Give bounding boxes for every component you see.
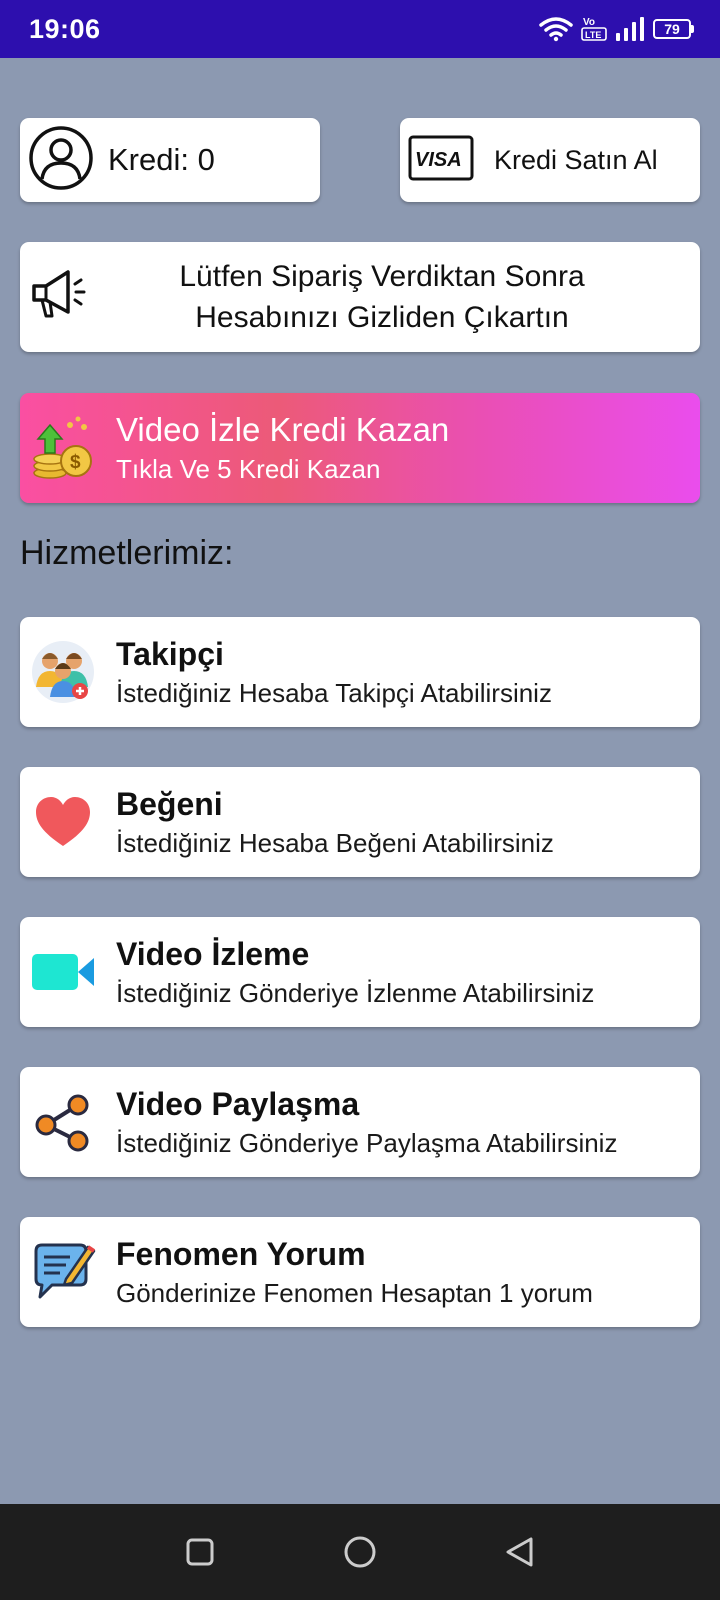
service-likes[interactable]: Beğeni İstediğiniz Hesaba Beğeni Atabili…: [20, 767, 700, 877]
credit-balance-card: Kredi: 0: [20, 118, 320, 202]
system-nav-bar: [0, 1504, 720, 1600]
notice-line-2: Hesabınızı Gizliden Çıkartın: [195, 301, 569, 334]
status-icons: Vo LTE 79: [539, 14, 694, 44]
coin-stack-icon: $: [28, 411, 98, 486]
followers-icon: [28, 639, 98, 705]
service-description: İstediğiniz Hesaba Takipçi Atabilirsiniz: [116, 677, 552, 708]
volte-icon: Vo LTE: [581, 17, 607, 41]
service-texts: Video Paylaşma İstediğiniz Gönderiye Pay…: [116, 1085, 617, 1160]
buy-credit-button[interactable]: VISA Kredi Satın Al: [400, 118, 700, 202]
recent-apps-button[interactable]: [170, 1522, 230, 1582]
circle-icon: [344, 1536, 376, 1568]
svg-text:VISA: VISA: [415, 149, 462, 171]
triangle-back-icon: [506, 1537, 533, 1567]
notice-line-1: Lütfen Sipariş Verdiktan Sonra: [179, 260, 585, 293]
service-title: Beğeni: [116, 785, 223, 822]
service-title: Fenomen Yorum: [116, 1235, 366, 1272]
service-texts: Fenomen Yorum Gönderinize Fenomen Hesapt…: [116, 1235, 593, 1310]
comment-icon: [28, 1241, 98, 1303]
services-heading: Hizmetlerimiz:: [20, 534, 234, 572]
svg-text:LTE: LTE: [585, 30, 601, 40]
svg-text:Vo: Vo: [583, 17, 595, 28]
credit-label: Kredi: 0: [108, 142, 215, 177]
battery-icon: 79: [653, 19, 694, 39]
watch-video-earn-credit-button[interactable]: $ Video İzle Kredi Kazan Tıkla Ve 5 Kred…: [20, 393, 700, 503]
service-description: İstediğiniz Gönderiye Paylaşma Atabilirs…: [116, 1127, 618, 1158]
video-camera-icon: [28, 950, 98, 994]
service-title: Takipçi: [116, 635, 224, 672]
service-followers[interactable]: Takipçi İstediğiniz Hesaba Takipçi Atabi…: [20, 617, 700, 727]
visa-card-icon: VISA: [408, 135, 474, 186]
battery-level: 79: [653, 19, 691, 39]
service-texts: Takipçi İstediğiniz Hesaba Takipçi Atabi…: [116, 635, 552, 710]
home-button[interactable]: [330, 1522, 390, 1582]
svg-text:$: $: [70, 452, 81, 473]
service-description: İstediğiniz Gönderiye İzlenme Atabilirsi…: [116, 977, 595, 1008]
status-bar: 19:06 Vo LTE 79: [0, 0, 720, 58]
service-influencer-comment[interactable]: Fenomen Yorum Gönderinize Fenomen Hesapt…: [20, 1217, 700, 1327]
buy-credit-label: Kredi Satın Al: [494, 144, 658, 175]
service-description: İstediğiniz Hesaba Beğeni Atabilirsiniz: [116, 827, 554, 858]
status-time: 19:06: [29, 13, 101, 44]
reward-subtitle: Tıkla Ve 5 Kredi Kazan: [116, 454, 381, 484]
share-icon: [28, 1091, 98, 1153]
service-title: Video İzleme: [116, 935, 310, 972]
service-video-views[interactable]: Video İzleme İstediğiniz Gönderiye İzlen…: [20, 917, 700, 1027]
back-button[interactable]: [490, 1522, 550, 1582]
megaphone-icon: [28, 262, 94, 333]
reward-texts: Video İzle Kredi Kazan Tıkla Ve 5 Kredi …: [116, 410, 449, 486]
service-description: Gönderinize Fenomen Hesaptan 1 yorum: [116, 1277, 593, 1308]
reward-title: Video İzle Kredi Kazan: [116, 411, 450, 448]
service-video-shares[interactable]: Video Paylaşma İstediğiniz Gönderiye Pay…: [20, 1067, 700, 1177]
notice-banner: Lütfen Sipariş Verdiktan Sonra Hesabınız…: [20, 242, 700, 352]
square-icon: [186, 1538, 214, 1566]
service-title: Video Paylaşma: [116, 1085, 360, 1122]
heart-icon: [28, 794, 98, 850]
wifi-icon: [539, 17, 573, 42]
notice-text: Lütfen Sipariş Verdiktan Sonra Hesabınız…: [94, 256, 700, 338]
service-texts: Video İzleme İstediğiniz Gönderiye İzlen…: [116, 935, 594, 1010]
service-texts: Beğeni İstediğiniz Hesaba Beğeni Atabili…: [116, 785, 554, 860]
signal-icon: [616, 17, 644, 41]
user-profile-icon: [28, 125, 94, 196]
